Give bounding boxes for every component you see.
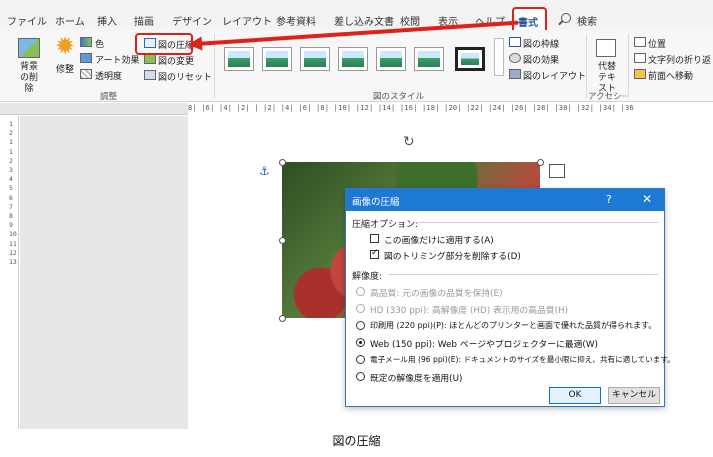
figure-caption: 図の圧縮 bbox=[332, 434, 381, 448]
picture-border-button[interactable]: 図の枠線 bbox=[523, 37, 559, 50]
transparency-button[interactable]: 透明度 bbox=[95, 69, 122, 82]
reset-picture-button[interactable]: 図のリセット bbox=[158, 70, 212, 83]
corrections-label[interactable]: 修整 bbox=[56, 62, 74, 75]
gallery-scroll-buttons[interactable] bbox=[494, 38, 504, 76]
artistic-effects-icon[interactable] bbox=[80, 53, 92, 63]
compress-pictures-dialog: 画像の圧縮 ? ✕ 圧縮オプション: この画像だけに適用する(A) 図のトリミン… bbox=[345, 188, 675, 407]
tab-review[interactable]: 校閲 bbox=[400, 13, 420, 28]
resolution-high-radio bbox=[356, 287, 365, 296]
rotate-handle-icon[interactable]: ↻ bbox=[403, 134, 415, 150]
picture-layout-icon[interactable] bbox=[509, 69, 521, 79]
cancel-button[interactable]: キャンセル bbox=[608, 387, 660, 404]
search-label[interactable]: 検索 bbox=[577, 13, 597, 28]
remove-background-icon[interactable] bbox=[18, 38, 40, 58]
picture-style-thumb[interactable] bbox=[455, 47, 485, 71]
anchor-icon[interactable]: ⚓ bbox=[259, 164, 270, 178]
tab-format[interactable]: 書式 bbox=[518, 14, 538, 29]
close-icon[interactable]: ✕ bbox=[642, 192, 652, 206]
corrections-icon[interactable] bbox=[55, 32, 77, 60]
artistic-effects-button[interactable]: アート効果 bbox=[95, 53, 139, 66]
apply-only-checkbox[interactable] bbox=[370, 234, 379, 243]
group-separator bbox=[586, 34, 587, 98]
picture-effects-icon[interactable] bbox=[509, 53, 521, 63]
wrap-text-icon[interactable] bbox=[634, 53, 646, 63]
resize-handle[interactable] bbox=[537, 159, 544, 166]
picture-style-thumb[interactable] bbox=[338, 47, 368, 71]
bring-forward-icon[interactable] bbox=[634, 69, 646, 79]
layout-options-icon[interactable] bbox=[549, 164, 565, 178]
color-button[interactable]: 色 bbox=[95, 37, 104, 50]
color-icon[interactable] bbox=[80, 37, 92, 47]
annotation-arrow-head bbox=[187, 36, 203, 52]
compress-highlight-box bbox=[135, 33, 193, 55]
resize-handle[interactable] bbox=[279, 315, 286, 322]
dialog-title-bar[interactable]: 画像の圧縮 ? ✕ bbox=[346, 189, 664, 211]
picture-style-thumb[interactable] bbox=[224, 47, 254, 71]
ribbon-tab-bar: ファイル ホーム 挿入 描画 デザイン レイアウト 参考資料 差し込み文書 校閲… bbox=[0, 0, 713, 35]
picture-style-thumb[interactable] bbox=[300, 47, 330, 71]
adjust-group-label: 調整 bbox=[100, 92, 118, 102]
picture-style-thumb[interactable] bbox=[414, 47, 444, 71]
bring-forward-button[interactable]: 前面へ移動 bbox=[648, 69, 693, 82]
picture-effects-button[interactable]: 図の効果 bbox=[523, 53, 559, 66]
tab-mailings[interactable]: 差し込み文書 bbox=[334, 13, 394, 28]
help-icon[interactable]: ? bbox=[606, 193, 612, 206]
resolution-default-radio[interactable] bbox=[356, 372, 365, 381]
resize-handle[interactable] bbox=[279, 159, 286, 166]
remove-background-label[interactable]: 背景の削除 bbox=[16, 62, 42, 95]
resolution-hd-radio bbox=[356, 304, 365, 313]
resolution-email-radio[interactable] bbox=[356, 355, 365, 364]
delete-crop-checkbox[interactable] bbox=[370, 248, 379, 259]
picture-style-thumb[interactable] bbox=[376, 47, 406, 71]
position-button[interactable]: 位置 bbox=[648, 37, 666, 50]
tab-file[interactable]: ファイル bbox=[7, 13, 47, 28]
vertical-ruler[interactable]: 1 2 1 1 2 3 4 5 6 7 8 9 10 11 12 13 bbox=[8, 116, 19, 429]
tab-references[interactable]: 参考資料 bbox=[276, 13, 316, 28]
position-icon[interactable] bbox=[634, 37, 646, 47]
ruler-numbers: 8| |6| |4| |2| | |2| |4| |6| |8| |10| |1… bbox=[188, 104, 634, 112]
picture-styles-group-label: 図のスタイル bbox=[373, 92, 425, 102]
change-picture-icon[interactable] bbox=[144, 54, 156, 64]
resolution-title: 解像度: bbox=[352, 272, 383, 282]
tab-draw[interactable]: 描画 bbox=[134, 13, 154, 28]
picture-layout-button[interactable]: 図のレイアウト bbox=[523, 69, 586, 82]
tab-insert[interactable]: 挿入 bbox=[97, 13, 117, 28]
picture-border-icon[interactable] bbox=[509, 37, 521, 47]
wrap-text-button[interactable]: 文字列の折り返し bbox=[648, 53, 713, 66]
change-picture-button[interactable]: 図の変更 bbox=[158, 54, 194, 67]
reset-picture-icon[interactable] bbox=[144, 70, 156, 80]
resize-handle[interactable] bbox=[279, 237, 286, 244]
picture-style-thumb[interactable] bbox=[262, 47, 292, 71]
dialog-title: 画像の圧縮 bbox=[352, 197, 400, 208]
ok-button[interactable]: OK bbox=[549, 387, 601, 404]
search-icon[interactable] bbox=[561, 13, 571, 23]
tab-home[interactable]: ホーム bbox=[55, 13, 85, 28]
accessibility-group-label: アクセシ··· bbox=[588, 92, 630, 102]
horizontal-ruler[interactable]: 8| |6| |4| |2| | |2| |4| |6| |8| |10| |1… bbox=[0, 103, 713, 115]
alt-text-icon[interactable] bbox=[596, 39, 616, 57]
ruler-numbers: 1 2 1 1 2 3 4 5 6 7 8 9 10 11 12 13 bbox=[9, 120, 17, 267]
compress-options-title: 圧縮オプション: bbox=[352, 220, 419, 230]
resolution-web-radio[interactable] bbox=[356, 338, 365, 347]
transparency-icon[interactable] bbox=[80, 69, 92, 79]
resolution-print-radio[interactable] bbox=[356, 321, 365, 330]
tab-design[interactable]: デザイン bbox=[172, 13, 212, 28]
tab-layout[interactable]: レイアウト bbox=[222, 13, 272, 28]
group-separator bbox=[628, 34, 629, 98]
